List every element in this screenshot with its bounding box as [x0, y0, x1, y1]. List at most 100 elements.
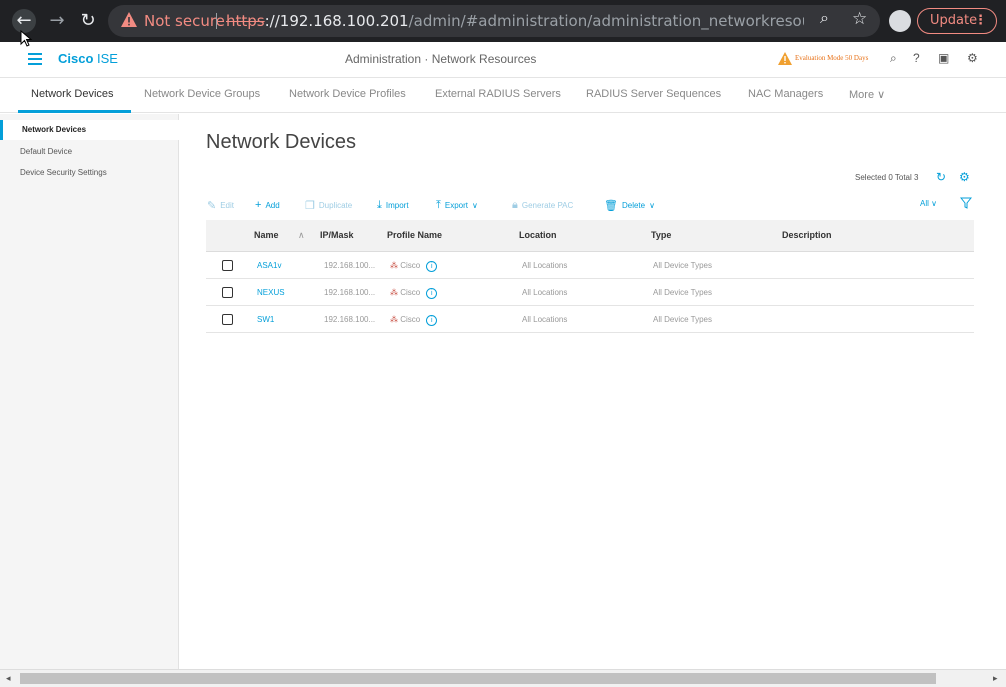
duplicate-icon: ❐ [305, 200, 315, 212]
info-icon[interactable]: i [426, 315, 438, 326]
device-profile: ⁂ Cisco i [390, 288, 438, 299]
horizontal-scrollbar[interactable]: ◂ ▸ [0, 669, 1006, 687]
sidebar: Network Devices Default Device Device Se… [0, 114, 179, 670]
pencil-icon: ✎ [207, 200, 217, 212]
info-icon[interactable]: i [426, 288, 438, 299]
chevron-down-icon: ∨ [877, 89, 886, 101]
device-profile-label: Cisco [400, 315, 421, 324]
selection-summary: Selected 0 Total 3 [855, 173, 919, 182]
tab-network-device-profiles[interactable]: Network Device Profiles [289, 88, 406, 100]
device-location: All Locations [522, 288, 568, 297]
browser-menu-icon: ⋮ [974, 13, 987, 28]
device-profile-label: Cisco [400, 288, 421, 297]
active-tab-indicator [18, 110, 131, 113]
tab-radius-server-sequences[interactable]: RADIUS Server Sequences [586, 88, 721, 100]
column-header-ip-mask[interactable]: IP/Mask [320, 230, 354, 240]
filter-dropdown[interactable]: All ∨ [920, 199, 937, 208]
device-name-link[interactable]: ASA1v [257, 261, 281, 270]
sidebar-item-network-devices[interactable]: Network Devices [0, 120, 179, 140]
help-icon[interactable]: ? [913, 51, 920, 65]
table-row[interactable]: SW1 192.168.100... ⁂ Cisco i All Location… [206, 306, 974, 333]
search-icon[interactable]: ⌕ [890, 51, 897, 66]
url-scheme: https [226, 12, 265, 30]
export-icon: ⤒ [436, 199, 441, 211]
evaluation-mode-label[interactable]: Evaluation Mode 50 Days [795, 54, 868, 62]
page-title: Network Devices [206, 131, 357, 153]
forward-arrow-icon[interactable]: → [45, 9, 69, 33]
device-profile-label: Cisco [400, 261, 421, 270]
export-button[interactable]: ⤒ Export ∨ [436, 199, 478, 212]
info-icon[interactable]: i [426, 261, 438, 272]
device-name-link[interactable]: SW1 [257, 315, 274, 324]
refresh-icon[interactable]: ↻ [936, 170, 946, 184]
column-header-type[interactable]: Type [651, 230, 671, 240]
chevron-down-icon: ∨ [931, 199, 937, 208]
device-ip: 192.168.100... [324, 261, 376, 270]
column-header-location[interactable]: Location [519, 230, 557, 240]
update-label: Update [930, 13, 978, 28]
tab-network-devices[interactable]: Network Devices [31, 88, 114, 100]
settings-gear-icon[interactable]: ⚙ [959, 170, 970, 184]
reload-icon[interactable]: ↻ [76, 9, 100, 33]
tab-more[interactable]: More ∨ [849, 88, 885, 101]
sort-ascending-icon[interactable]: ∧ [298, 230, 305, 241]
filter-icon[interactable] [960, 197, 972, 209]
tab-nac-managers[interactable]: NAC Managers [748, 88, 823, 100]
tab-more-label: More [849, 89, 875, 101]
address-bar[interactable]: Not secure https://192.168.100.201/admin… [108, 5, 880, 37]
delete-button[interactable]: 🗑︎ Delete ∨ [604, 199, 655, 212]
evaluation-warning-icon [778, 52, 792, 65]
edit-button[interactable]: ✎ Edit [207, 199, 234, 212]
row-checkbox[interactable] [222, 260, 233, 271]
url-host: ://192.168.100.201 [264, 12, 409, 30]
device-type: All Device Types [653, 261, 712, 270]
duplicate-label: Duplicate [318, 201, 353, 210]
chevron-down-icon: ∨ [472, 201, 478, 210]
row-checkbox[interactable] [222, 314, 233, 325]
scroll-left-arrow-icon[interactable]: ◂ [6, 673, 11, 684]
table-row[interactable]: ASA1v 192.168.100... ⁂ Cisco i All Locati… [206, 252, 974, 279]
table-row[interactable]: NEXUS 192.168.100... ⁂ Cisco i All Locati… [206, 279, 974, 306]
device-profile: ⁂ Cisco i [390, 315, 438, 326]
chevron-down-icon: ∨ [649, 201, 655, 210]
device-name-link[interactable]: NEXUS [257, 288, 285, 297]
notifications-icon[interactable]: ▣ [938, 51, 949, 65]
delete-label: Delete [621, 201, 646, 210]
column-header-name[interactable]: Name [254, 230, 279, 240]
url-path: /admin/#administration/administration_ne… [408, 12, 804, 30]
add-label: Add [265, 200, 280, 210]
bookmark-star-icon[interactable]: ☆ [852, 9, 867, 29]
tab-external-radius-servers[interactable]: External RADIUS Servers [435, 88, 561, 100]
hamburger-menu-icon[interactable] [28, 53, 42, 65]
gear-icon[interactable]: ⚙ [967, 51, 978, 65]
sidebar-item-default-device[interactable]: Default Device [0, 142, 179, 162]
add-button[interactable]: + Add [255, 199, 280, 211]
scroll-right-arrow-icon[interactable]: ▸ [993, 673, 998, 684]
duplicate-button[interactable]: ❐ Duplicate [305, 199, 352, 212]
edit-label: Edit [220, 201, 235, 210]
import-button[interactable]: ⤓ Import [377, 199, 409, 212]
cisco-logo-icon: ⁂ [390, 288, 398, 297]
column-header-profile-name[interactable]: Profile Name [387, 230, 442, 240]
column-header-description[interactable]: Description [782, 230, 832, 240]
profile-avatar[interactable] [889, 10, 911, 32]
warning-icon [121, 12, 137, 27]
browser-toolbar: ← → ↻ Not secure https://192.168.100.201… [0, 0, 1006, 42]
device-profile: ⁂ Cisco i [390, 261, 438, 272]
sidebar-item-device-security-settings[interactable]: Device Security Settings [0, 163, 179, 183]
filter-label: All [920, 199, 929, 208]
row-checkbox[interactable] [222, 287, 233, 298]
device-type: All Device Types [653, 315, 712, 324]
generate-pac-button[interactable]: 🔒︎ Generate PAC [512, 199, 573, 212]
brand-ise: ISE [93, 51, 118, 66]
device-type: All Device Types [653, 288, 712, 297]
update-button[interactable]: Update ⋮ [917, 8, 997, 34]
zoom-icon[interactable]: ⌕ [820, 10, 829, 28]
scrollbar-thumb[interactable] [20, 673, 936, 684]
device-location: All Locations [522, 315, 568, 324]
brand-cisco: Cisco [58, 51, 94, 66]
tab-network-device-groups[interactable]: Network Device Groups [144, 88, 260, 100]
plus-icon: + [255, 199, 262, 211]
import-icon: ⤓ [377, 199, 382, 211]
generate-pac-label: Generate PAC [521, 201, 574, 210]
